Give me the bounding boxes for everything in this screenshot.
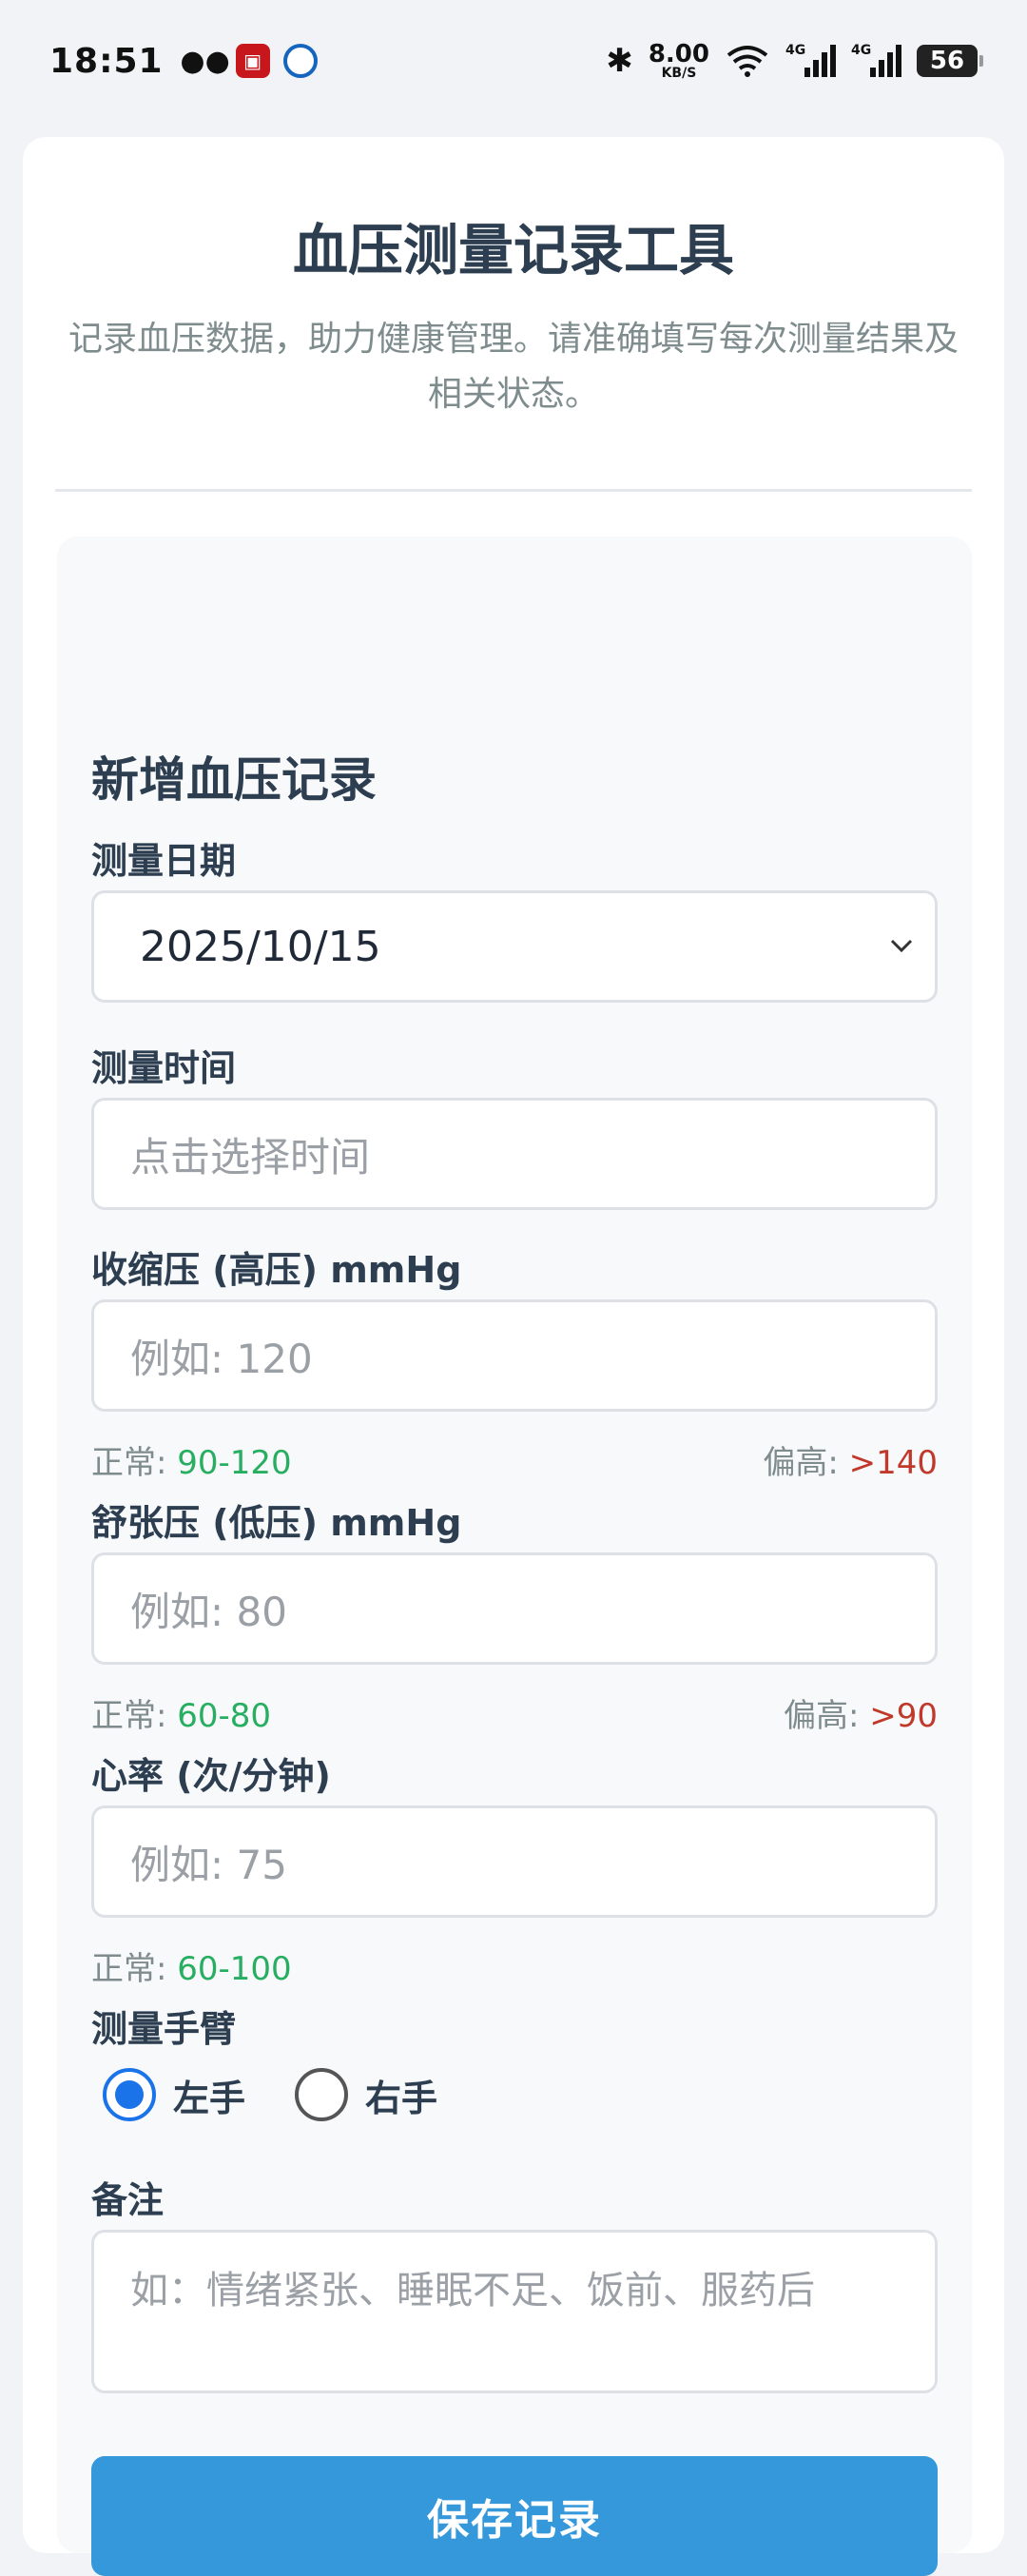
divider	[55, 489, 972, 492]
diastolic-high: 偏高: >90	[784, 1689, 938, 1736]
systolic-high-label: 偏高:	[763, 1444, 849, 1482]
network-type-1: 4G	[785, 43, 806, 58]
systolic-normal-range: 90-120	[177, 1444, 292, 1482]
main-card: 血压测量记录工具 记录血压数据，助力健康管理。请准确填写每次测量结果及相关状态。…	[23, 137, 1004, 2576]
systolic-hint: 正常: 90-120 偏高: >140	[91, 1436, 938, 1483]
app-blue-icon	[282, 44, 318, 78]
date-value: 2025/10/15	[140, 922, 381, 971]
systolic-high: 偏高: >140	[763, 1436, 938, 1483]
signal-icon-1: 4G	[785, 43, 836, 77]
wechat-icon: ●●	[180, 44, 230, 78]
network-speed: 8.00 KB/S	[649, 42, 709, 80]
heart-rate-label: 心率 (次/分钟)	[91, 1755, 331, 1797]
systolic-label: 收缩压 (高压) mmHg	[91, 1249, 462, 1291]
notes-textarea[interactable]: 如：情绪紧张、睡眠不足、饭前、服药后	[91, 2230, 938, 2393]
network-speed-value: 8.00	[648, 40, 709, 68]
record-form: 新增血压记录 测量日期 2025/10/15 测量时间 点击选择时间 收缩压 (…	[57, 537, 972, 2576]
app-red-icon: ▣	[235, 44, 270, 78]
diastolic-normal-label: 正常:	[91, 1697, 178, 1735]
notes-label: 备注	[91, 2179, 165, 2221]
status-bar: 18:51 ●● ▣ ✱ 8.00 KB/S 4G 4G 56	[0, 0, 1027, 122]
arm-label: 测量手臂	[91, 2008, 237, 2050]
notification-icons: ●● ▣	[180, 44, 318, 78]
page-subtitle: 记录血压数据，助力健康管理。请准确填写每次测量结果及相关状态。	[68, 320, 959, 414]
diastolic-high-label: 偏高:	[783, 1697, 870, 1735]
chevron-down-icon	[890, 939, 913, 953]
heart-rate-input[interactable]: 例如: 75	[91, 1805, 938, 1918]
diastolic-high-range: >90	[869, 1697, 938, 1735]
form-title: 新增血压记录	[91, 752, 377, 808]
heart-rate-normal-range: 60-100	[177, 1950, 292, 1988]
arm-radio-group: 左手 右手	[103, 2068, 487, 2121]
status-indicators: ✱ 8.00 KB/S 4G 4G 56	[606, 42, 983, 80]
diastolic-normal-range: 60-80	[177, 1697, 272, 1735]
signal-icon-2: 4G	[851, 43, 901, 77]
time-label: 测量时间	[91, 1047, 237, 1089]
page-title: 血压测量记录工具	[292, 218, 734, 283]
systolic-high-range: >140	[848, 1444, 938, 1482]
radio-right-arm[interactable]	[295, 2068, 349, 2121]
radio-left-arm-label[interactable]: 左手	[173, 2069, 245, 2121]
date-select[interactable]: 2025/10/15	[91, 890, 938, 1003]
radio-right-arm-label[interactable]: 右手	[365, 2069, 437, 2121]
network-speed-unit: KB/S	[661, 66, 697, 81]
status-time: 18:51	[49, 41, 164, 81]
radio-left-arm[interactable]	[103, 2068, 156, 2121]
date-label: 测量日期	[91, 840, 237, 882]
systolic-input[interactable]: 例如: 120	[91, 1299, 938, 1412]
save-button[interactable]: 保存记录	[91, 2456, 938, 2576]
battery-icon: 56	[917, 45, 983, 77]
wifi-icon	[727, 46, 768, 77]
diastolic-hint: 正常: 60-80 偏高: >90	[91, 1689, 938, 1736]
systolic-normal-label: 正常:	[91, 1444, 178, 1482]
diastolic-label: 舒张压 (低压) mmHg	[91, 1502, 462, 1544]
network-type-2: 4G	[851, 43, 872, 58]
diastolic-input[interactable]: 例如: 80	[91, 1552, 938, 1665]
heart-rate-hint: 正常: 60-100	[91, 1942, 938, 1989]
time-input[interactable]: 点击选择时间	[91, 1098, 938, 1210]
heart-rate-normal-label: 正常:	[91, 1950, 178, 1988]
bluetooth-icon: ✱	[606, 42, 633, 80]
